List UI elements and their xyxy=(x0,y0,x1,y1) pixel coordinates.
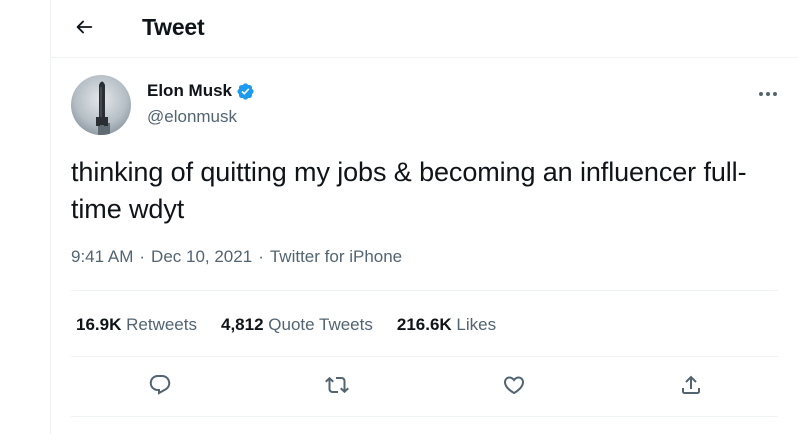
retweets-label: Retweets xyxy=(126,315,197,334)
retweet-button[interactable] xyxy=(317,363,357,411)
divider xyxy=(71,290,778,291)
reply-icon xyxy=(148,373,172,402)
retweets-stat[interactable]: 16.9K Retweets xyxy=(76,315,197,335)
reply-button[interactable] xyxy=(140,363,180,411)
name-row: Elon Musk xyxy=(147,81,255,101)
retweet-icon xyxy=(325,373,349,402)
tweet-author: Elon Musk @elonmusk xyxy=(71,75,771,137)
meta-separator: · xyxy=(258,247,264,266)
quote-tweets-stat[interactable]: 4,812 Quote Tweets xyxy=(221,315,373,335)
more-options-button[interactable] xyxy=(751,80,785,106)
author-handle[interactable]: @elonmusk xyxy=(147,107,237,127)
verified-badge-icon xyxy=(236,82,255,101)
page-header: Tweet xyxy=(51,0,798,58)
page-title: Tweet xyxy=(142,14,205,40)
tweet-source[interactable]: Twitter for iPhone xyxy=(270,247,402,267)
meta-separator: · xyxy=(139,247,146,266)
tweet-metadata: 9:41 AM · Dec 10, 2021 · Twitter for iPh… xyxy=(71,247,402,267)
like-button[interactable] xyxy=(494,363,534,411)
back-button[interactable] xyxy=(65,10,103,48)
tweet-actions xyxy=(71,363,778,411)
tweet-detail-panel: Tweet Elon Musk @elonmusk thinking of qu… xyxy=(50,0,798,434)
retweets-count: 16.9K xyxy=(76,315,122,334)
quote-tweets-label: Quote Tweets xyxy=(268,315,373,334)
share-icon xyxy=(679,373,703,402)
likes-label: Likes xyxy=(456,315,497,334)
likes-count: 216.6K xyxy=(396,315,452,334)
divider xyxy=(71,356,778,357)
avatar[interactable] xyxy=(71,75,131,135)
likes-stat[interactable]: 216.6K Likes xyxy=(397,315,496,335)
like-icon xyxy=(502,373,526,402)
share-button[interactable] xyxy=(671,363,711,411)
engagement-stats: 16.9K Retweets 4,812 Quote Tweets 216.6K… xyxy=(76,315,520,335)
arrow-left-icon xyxy=(73,16,95,43)
tweet-time[interactable]: 9:41 AM xyxy=(71,247,133,267)
display-name[interactable]: Elon Musk xyxy=(147,81,232,101)
tweet-text: thinking of quitting my jobs & becoming … xyxy=(71,157,747,224)
quote-tweets-count: 4,812 xyxy=(220,315,264,334)
more-dots-icon xyxy=(758,84,778,102)
divider xyxy=(71,416,778,417)
tweet-date[interactable]: Dec 10, 2021 xyxy=(151,247,252,267)
